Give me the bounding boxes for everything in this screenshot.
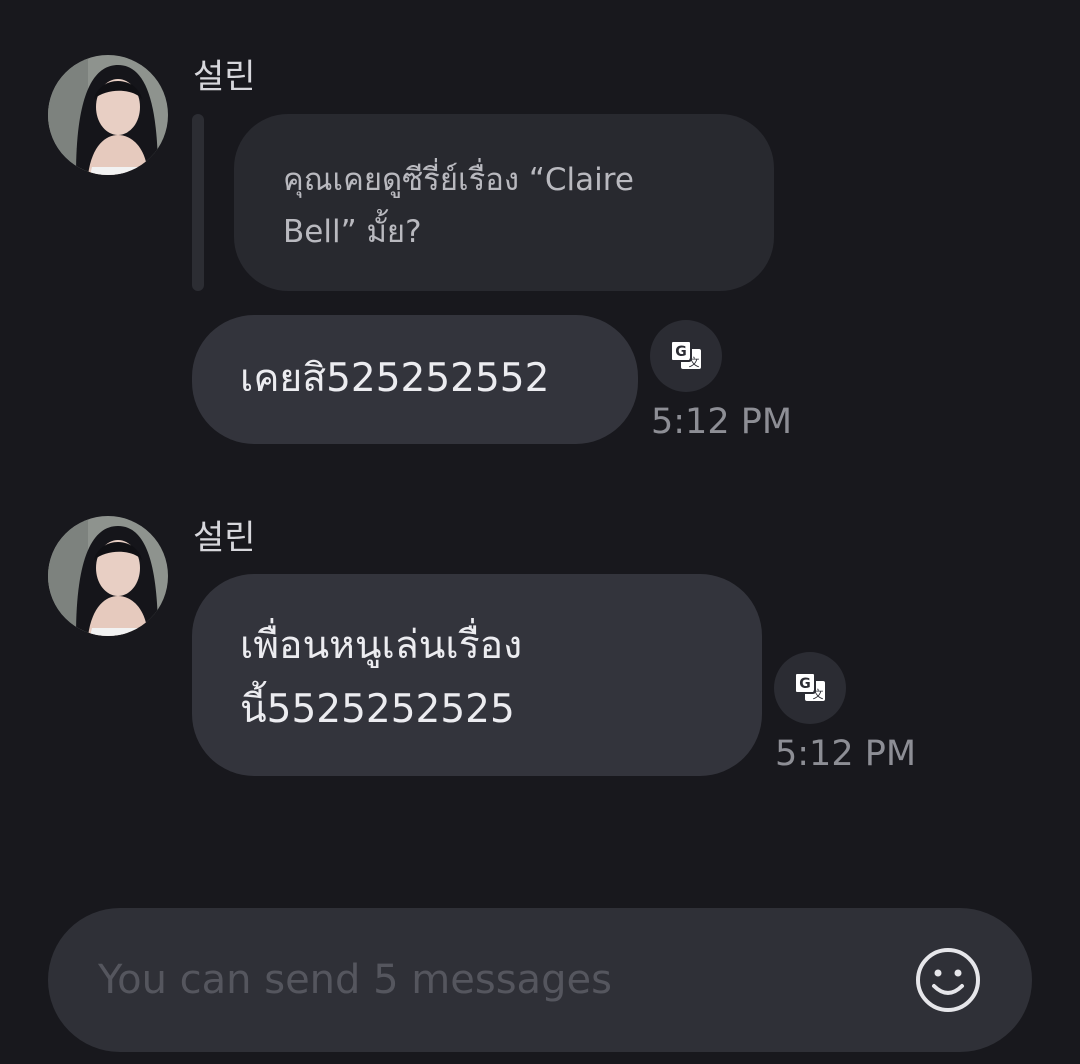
message-input[interactable]	[48, 908, 888, 1052]
message-text-line: เพื่อนหนูเล่นเรื่อง	[240, 623, 523, 668]
message-bubble[interactable]: เพื่อนหนูเล่นเรื่อง นี้5525252525	[192, 574, 762, 776]
avatar-photo	[48, 55, 168, 175]
sender-name: 설린	[193, 57, 256, 97]
translate-icon: G 文	[794, 672, 825, 701]
svg-text:文: 文	[813, 687, 824, 701]
avatar-photo	[48, 516, 168, 636]
svg-text:G: G	[675, 344, 687, 360]
message-text: เคยสิ525252552	[240, 356, 550, 401]
avatar[interactable]	[48, 55, 168, 175]
translate-button[interactable]: G 文	[650, 320, 722, 392]
translate-icon: G 文	[670, 340, 701, 369]
svg-text:文: 文	[689, 355, 700, 369]
message-composer	[48, 908, 1032, 1052]
avatar[interactable]	[48, 516, 168, 636]
message-timestamp: 5:12 PM	[775, 734, 917, 774]
quoted-message-bubble[interactable]: คุณเคยดูซีรี่ย์เรื่อง “Claire Bell” มั้ย…	[234, 114, 774, 291]
message-timestamp: 5:12 PM	[651, 402, 793, 442]
svg-text:G: G	[799, 676, 811, 692]
quoted-message-line: คุณเคยดูซีรี่ย์เรื่อง “Claire	[283, 162, 634, 198]
sender-name: 설린	[193, 518, 256, 558]
quoted-message-line: Bell” มั้ย?	[283, 214, 422, 250]
reply-indicator-bar	[192, 114, 204, 291]
smiley-icon[interactable]	[914, 946, 982, 1014]
message-bubble[interactable]: เคยสิ525252552	[192, 315, 638, 444]
translate-button[interactable]: G 文	[774, 652, 846, 724]
message-text-line: นี้5525252525	[240, 687, 515, 732]
